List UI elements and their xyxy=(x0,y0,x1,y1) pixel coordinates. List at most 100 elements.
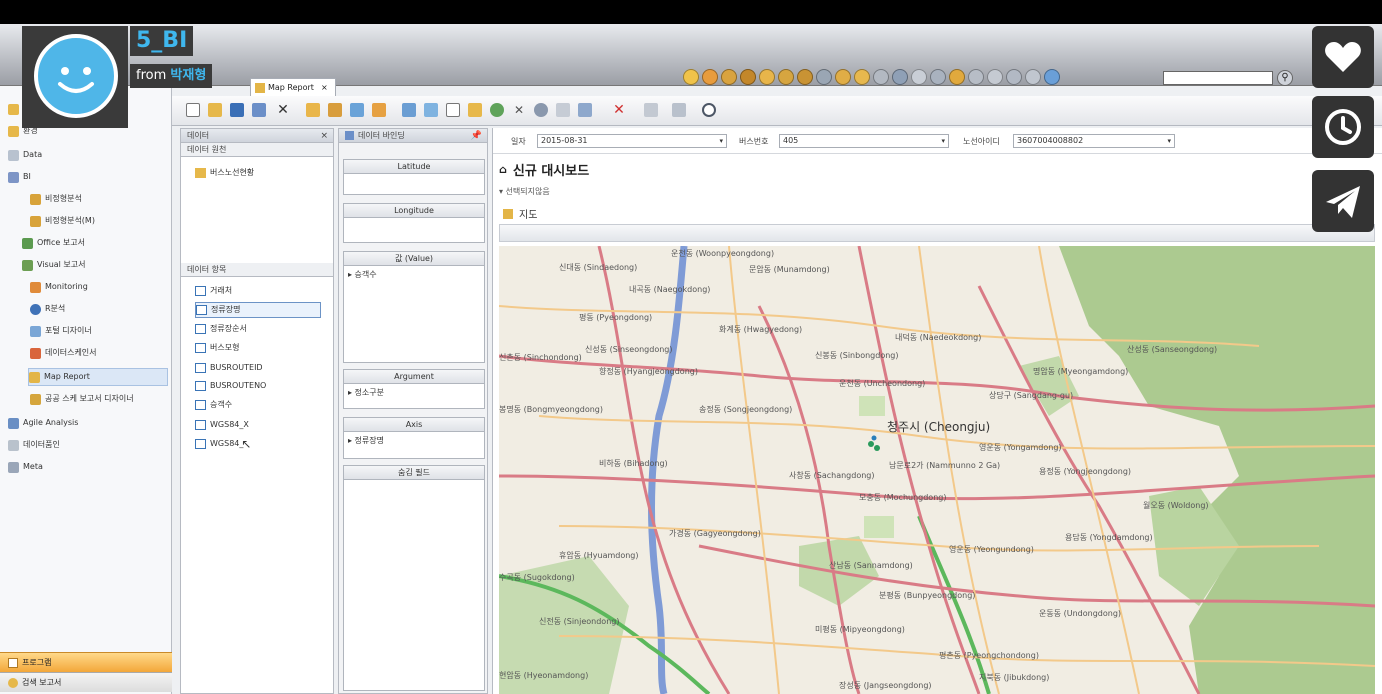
nav-item-visual-report[interactable]: Visual 보고서 xyxy=(22,256,86,274)
bus-number-combo[interactable]: 405 ▾ xyxy=(779,134,949,148)
longitude-box[interactable]: Longitude xyxy=(343,203,485,243)
search-report-icon xyxy=(8,677,18,688)
chart-icon[interactable] xyxy=(306,103,320,117)
cancel-icon[interactable]: ✕ xyxy=(612,103,626,117)
hidden-field-box[interactable]: 숨김 필드 xyxy=(343,465,485,691)
field-item[interactable]: WGS84_ ↖ xyxy=(195,436,251,452)
data-binding-panel: 데이터 바인딩 📌 Latitude Longitude 값 (Value) ▸ 승… xyxy=(338,128,488,694)
bus-stop-marker xyxy=(868,441,874,447)
quality-icon xyxy=(8,439,19,451)
field-item[interactable]: 승객수 xyxy=(195,397,232,413)
field-item[interactable]: 버스모형 xyxy=(195,340,239,356)
dashboard-title: ⌂ 신규 대시보드 xyxy=(499,163,590,179)
nav-item-monitoring[interactable]: Monitoring xyxy=(30,278,88,296)
settings-icon[interactable] xyxy=(534,103,548,117)
nav-item-unstructured[interactable]: 비정형분석 xyxy=(30,190,82,208)
nav-item-data[interactable]: Data xyxy=(8,146,42,164)
filter-icon[interactable] xyxy=(490,103,504,117)
new-icon[interactable] xyxy=(186,103,200,117)
map-label: 내덕동 (Naedeokdong) xyxy=(895,333,982,342)
nav-item-portal-designer[interactable]: 포털 디자이너 xyxy=(30,322,92,340)
argument-box[interactable]: Argument ▸ 정소구분 xyxy=(343,369,485,409)
route-id-combo[interactable]: 3607004008802 ▾ xyxy=(1013,134,1175,148)
latitude-box[interactable]: Latitude xyxy=(343,159,485,195)
field-item-selected[interactable]: 정류장명 xyxy=(195,302,321,318)
nav-item-map-report[interactable]: Map Report xyxy=(28,368,168,386)
nav-item-agile-analysis[interactable]: Agile Analysis xyxy=(8,414,78,432)
navigation-sidebar: 메인 환경 Data BI 비정형분석 비정형분석(M) Office 보고서 … xyxy=(0,86,172,694)
map-label: 문암동 (Munamdong) xyxy=(749,265,830,274)
field-item[interactable]: BUSROUTENO xyxy=(195,378,266,394)
gauge-icon[interactable] xyxy=(402,103,416,117)
agile-icon xyxy=(8,417,19,429)
print-icon[interactable] xyxy=(644,103,658,117)
field-item[interactable]: 거래처 xyxy=(195,283,232,299)
pivot-icon[interactable] xyxy=(328,103,342,117)
r-icon xyxy=(30,303,41,315)
data-source-item[interactable]: 버스노선현황 xyxy=(195,165,254,181)
value-box[interactable]: 값 (Value) ▸ 승객수 xyxy=(343,251,485,363)
nav-item-data-quality[interactable]: 데이터품인 xyxy=(8,436,60,454)
layout-icon[interactable] xyxy=(556,103,570,117)
like-button[interactable] xyxy=(1312,26,1374,88)
save-as-icon[interactable] xyxy=(252,103,266,117)
nav-item-office-report[interactable]: Office 보고서 xyxy=(22,234,85,252)
watch-later-button[interactable] xyxy=(1312,96,1374,158)
save-icon[interactable] xyxy=(230,103,244,117)
nav-item-meta[interactable]: Meta xyxy=(8,458,43,476)
text-icon[interactable] xyxy=(446,103,460,117)
map-label: 지북동 (Jibukdong) xyxy=(979,673,1050,682)
copy-icon[interactable] xyxy=(672,103,686,117)
map-label: 운천동 (Uncheondong) xyxy=(839,379,926,388)
map-label: 영운동 (Yongamdong) xyxy=(979,443,1062,452)
chevron-down-icon: ▾ xyxy=(719,137,723,145)
refresh-icon[interactable] xyxy=(702,103,716,117)
nav-item-data-scanner[interactable]: 데이터스케인서 xyxy=(30,344,97,362)
pin-icon[interactable]: 📌 xyxy=(471,129,482,143)
chevron-down-icon: ▾ xyxy=(941,137,945,145)
field-icon xyxy=(195,439,206,449)
map-viewport[interactable]: 운천동 (Woonpyeongdong) 신대동 (Sindaedong) 문암… xyxy=(499,246,1375,694)
axis-box[interactable]: Axis ▸ 정류장명 xyxy=(343,417,485,459)
map-label: 운천동 (Woonpyeongdong) xyxy=(671,249,775,258)
tab-map-report[interactable]: Map Report × xyxy=(250,78,336,96)
search-report-tab[interactable]: 검색 보고서 xyxy=(0,672,172,692)
close-icon[interactable]: × xyxy=(320,129,328,143)
map-icon[interactable] xyxy=(424,103,438,117)
map-label: 신촌동 (Sinchondong) xyxy=(499,353,582,362)
remove-icon[interactable]: ✕ xyxy=(512,103,526,117)
nav-item-unstructured-m[interactable]: 비정형분석(M) xyxy=(30,212,95,230)
map-label: 신전동 (Sinjeondong) xyxy=(539,617,620,626)
field-item[interactable]: WGS84_X xyxy=(195,417,249,433)
map-label: 영운동 (Yeongundong) xyxy=(949,545,1034,554)
report-icon xyxy=(30,215,41,227)
folder-icon xyxy=(8,103,19,115)
nav-item-public-report-designer[interactable]: 공공 스케 보고서 디자이너 xyxy=(30,390,134,408)
data-panel: 데이터 × 데이터 원천 버스노선현황 데이터 항목 거래처 정류장명 정류장순서… xyxy=(180,128,334,694)
meta-icon xyxy=(8,461,19,473)
program-tab[interactable]: 프로그램 xyxy=(0,652,172,672)
map-label: 수곡동 (Sugokdong) xyxy=(499,573,575,582)
share-button[interactable] xyxy=(1312,170,1374,232)
open-icon[interactable] xyxy=(208,103,222,117)
author-avatar[interactable] xyxy=(22,26,128,128)
close-icon[interactable]: × xyxy=(321,83,328,92)
monitoring-icon xyxy=(30,281,41,293)
field-item[interactable]: BUSROUTEID xyxy=(195,360,263,376)
delete-icon[interactable]: ✕ xyxy=(276,103,290,117)
presentation-title[interactable]: 5_BI xyxy=(130,26,194,56)
dashboard-selection[interactable]: ▾ 선택되지않음 xyxy=(499,186,550,197)
export-icon[interactable] xyxy=(578,103,592,117)
field-item[interactable]: 정류장순서 xyxy=(195,321,247,337)
date-combo[interactable]: 2015-08-31 ▾ xyxy=(537,134,727,148)
map-label: 모충동 (Mochungdong) xyxy=(859,493,947,502)
card-icon[interactable] xyxy=(372,103,386,117)
field-icon xyxy=(195,420,206,430)
image-icon[interactable] xyxy=(468,103,482,117)
nav-item-bi[interactable]: BI xyxy=(8,168,31,186)
grid-icon[interactable] xyxy=(350,103,364,117)
database-icon xyxy=(8,149,19,161)
bus-stop-marker xyxy=(871,435,877,441)
author-credit[interactable]: from 박재형 xyxy=(130,64,213,88)
nav-item-r-analysis[interactable]: R분석 xyxy=(30,300,65,318)
